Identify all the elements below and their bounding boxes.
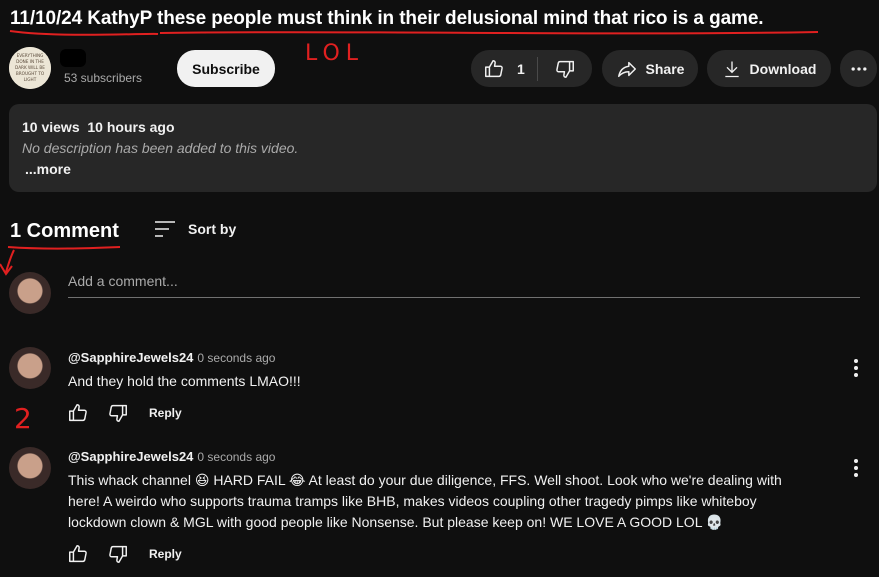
more-vertical-icon xyxy=(854,459,858,477)
current-user-avatar xyxy=(9,272,51,314)
like-count: 1 xyxy=(517,60,525,77)
channel-name-redacted xyxy=(60,49,86,67)
comment-text: This whack channel 😆 HARD FAIL 😂 At leas… xyxy=(68,470,848,533)
comment-time[interactable]: 0 seconds ago xyxy=(197,351,275,365)
number-two-scribble: 2 xyxy=(14,402,32,435)
comment-like-icon[interactable] xyxy=(67,543,89,565)
download-button[interactable]: Download xyxy=(707,50,831,87)
dislike-button[interactable] xyxy=(538,50,592,87)
channel-avatar[interactable]: EVERYTHING DONE IN THE DARK WILL BE BROU… xyxy=(9,47,51,89)
arrow-annotation xyxy=(0,249,15,276)
reply-button[interactable]: Reply xyxy=(149,406,182,420)
title-underline-left xyxy=(9,30,159,36)
more-actions-button[interactable] xyxy=(840,50,877,87)
view-stats: 10 views 10 hours ago xyxy=(22,119,175,135)
description-more-link[interactable]: ...more xyxy=(25,161,71,177)
upload-age: 10 hours ago xyxy=(87,119,175,135)
comment-header: @SapphireJewels24 0 seconds ago xyxy=(68,349,275,367)
lol-scribble: LOL xyxy=(305,41,364,66)
title-underline-right xyxy=(159,31,819,35)
comment-menu-button[interactable] xyxy=(846,358,866,378)
comment-dislike-icon[interactable] xyxy=(107,543,129,565)
more-vertical-icon xyxy=(854,359,858,377)
comment-actions: Reply xyxy=(67,402,182,424)
avatar-line-2: DONE IN THE xyxy=(16,59,44,64)
comment-author[interactable]: @SapphireJewels24 xyxy=(68,350,193,365)
avatar-line-3: DARK WILL BE xyxy=(15,65,45,70)
thumbs-up-icon xyxy=(485,59,503,77)
more-horizontal-icon xyxy=(851,66,866,71)
comment-avatar[interactable] xyxy=(9,447,51,489)
view-count: 10 views xyxy=(22,119,80,135)
reply-button[interactable]: Reply xyxy=(149,547,182,561)
comment-line: This whack channel 😆 HARD FAIL 😂 At leas… xyxy=(68,472,782,488)
download-icon xyxy=(724,61,739,77)
share-button[interactable]: Share xyxy=(602,50,698,87)
comment-time[interactable]: 0 seconds ago xyxy=(197,450,275,464)
share-icon xyxy=(617,61,636,77)
share-label: Share xyxy=(645,60,685,77)
like-button[interactable]: 1 xyxy=(471,50,537,87)
description-text: No description has been added to this vi… xyxy=(22,140,299,156)
avatar-line-5: LIGHT xyxy=(24,77,37,82)
comment-count: 1 Comment xyxy=(10,220,119,242)
comment-header: @SapphireJewels24 0 seconds ago xyxy=(68,448,275,466)
subscriber-count: 53 subscribers xyxy=(64,71,143,85)
subscribe-button[interactable]: Subscribe xyxy=(177,50,275,87)
avatar-line-4: BROUGHT TO xyxy=(16,71,45,76)
comment-text: And they hold the comments LMAO!!! xyxy=(68,373,301,389)
video-title: 11/10/24 KathyP these people must think … xyxy=(10,8,764,29)
avatar-line-1: EVERYTHING xyxy=(17,53,44,58)
comment-like-icon[interactable] xyxy=(67,402,89,424)
comment-actions: Reply xyxy=(67,543,182,565)
add-comment-placeholder: Add a comment... xyxy=(68,273,178,289)
channel-avatar-art: EVERYTHING DONE IN THE DARK WILL BE BROU… xyxy=(9,47,51,89)
comment-author[interactable]: @SapphireJewels24 xyxy=(68,449,193,464)
thumbs-down-icon xyxy=(556,60,574,78)
comment-count-underline xyxy=(7,246,121,250)
comment-line: lockdown clown & MGL with good people li… xyxy=(68,514,724,530)
add-comment-input[interactable]: Add a comment... xyxy=(68,273,860,298)
sort-icon xyxy=(155,221,175,237)
comment-menu-button[interactable] xyxy=(846,458,866,478)
comment-dislike-icon[interactable] xyxy=(107,402,129,424)
like-dislike-group: 1 xyxy=(471,50,592,87)
sort-by-button[interactable]: Sort by xyxy=(154,220,236,238)
comment-avatar[interactable] xyxy=(9,347,51,389)
sort-by-label: Sort by xyxy=(188,221,237,237)
comment-line: here! A weirdo who supports trauma tramp… xyxy=(68,493,757,509)
download-label: Download xyxy=(749,60,817,77)
